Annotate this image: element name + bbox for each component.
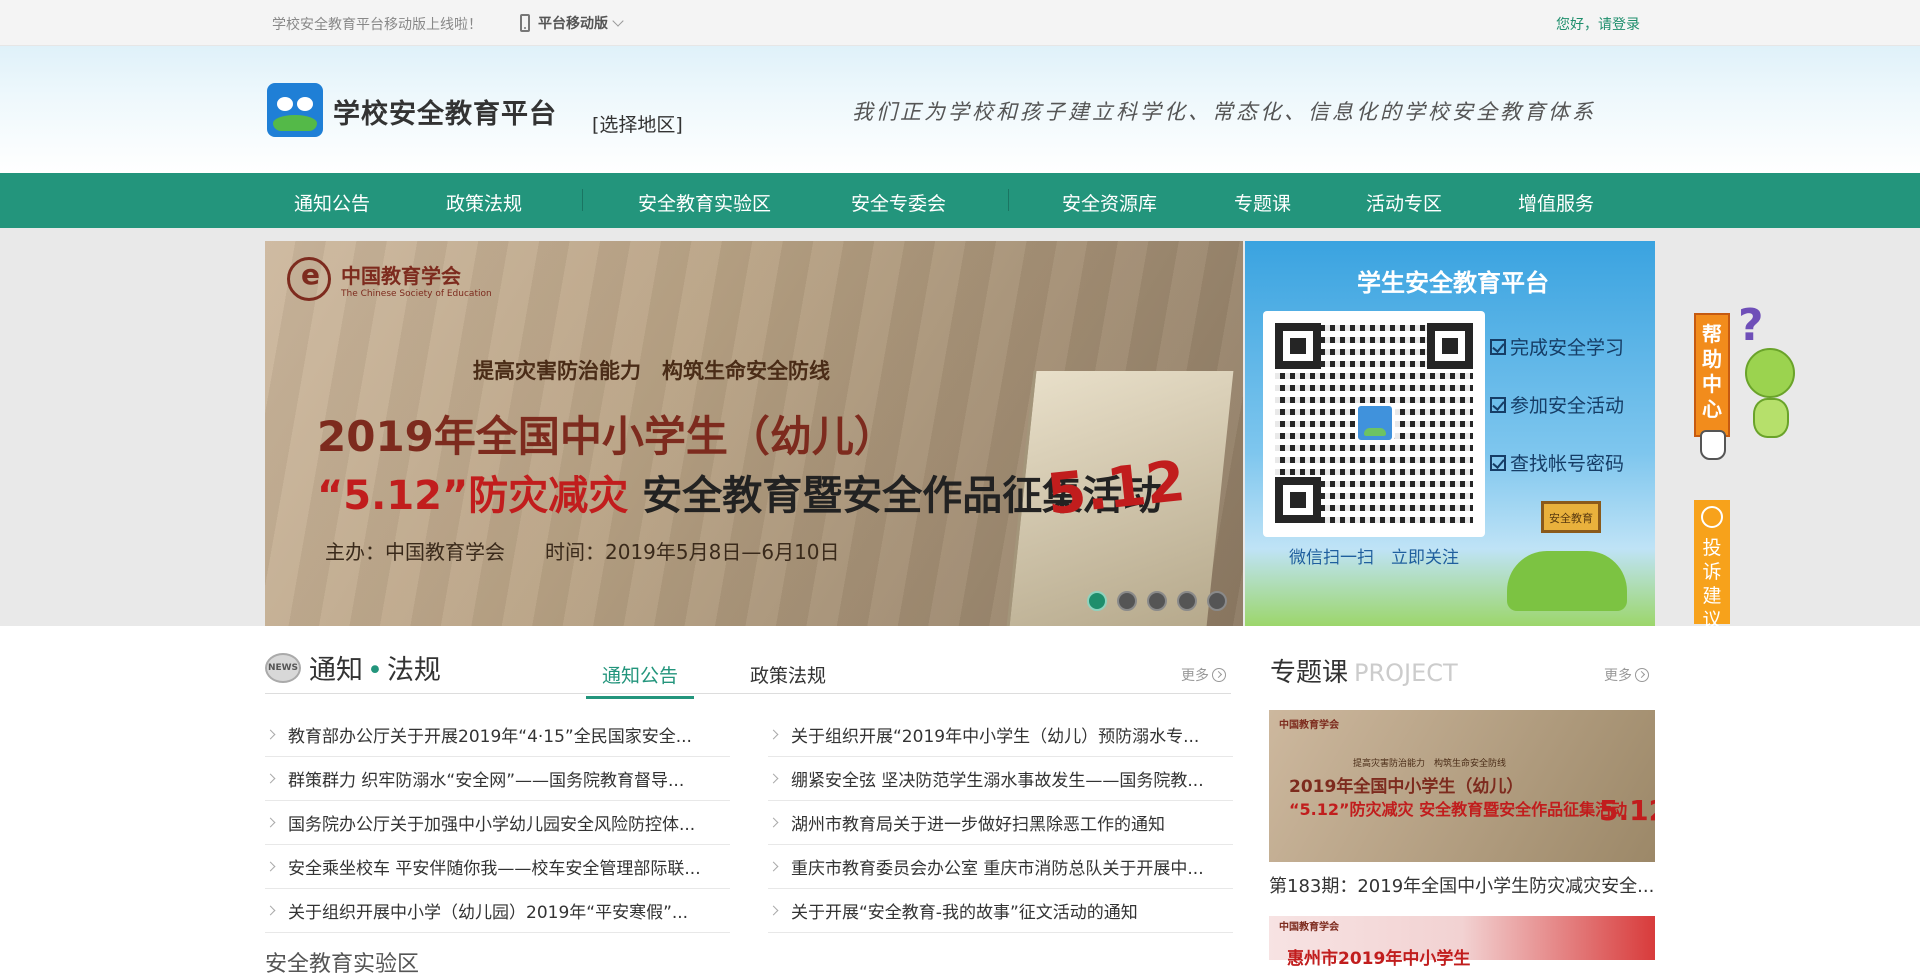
chevron-down-icon	[612, 15, 624, 27]
tab-underline	[265, 693, 1231, 694]
project-thumbnail-2[interactable]: 中国教育学会 惠州市2019年中小学生	[1269, 916, 1655, 969]
news-item[interactable]: 绷紧安全弦 坚决防范学生溺水事故发生——国务院教...	[768, 757, 1233, 801]
news-icon: NEWS	[265, 652, 301, 683]
qr-feature: 参加安全活动	[1490, 391, 1624, 418]
nav-item-pilot-zone[interactable]: 安全教育实验区	[638, 189, 771, 216]
site-header: 学校安全教育平台 [选择地区] 我们正为学校和孩子建立科学化、常态化、信息化的学…	[0, 46, 1920, 173]
qr-scan-text: 微信扫一扫 立即关注	[1289, 548, 1459, 568]
banner-title-highlight: “5.12”防灾减灾	[317, 473, 629, 519]
wechat-qr-code	[1263, 311, 1485, 537]
next-section-title: 安全教育实验区	[265, 952, 420, 977]
complaint-suggestion-button[interactable]: 投诉建议	[1694, 500, 1730, 631]
carousel-dot[interactable]	[1207, 591, 1227, 611]
chevron-right-icon	[265, 817, 276, 828]
nav-item-resources[interactable]: 安全资源库	[1062, 189, 1157, 216]
top-bar: 学校安全教育平台移动版上线啦！ 平台移动版 您好，请登录	[0, 0, 1920, 46]
nav-divider	[582, 189, 583, 211]
feedback-icon	[1701, 506, 1723, 528]
banner-org-name: 中国教育学会	[341, 263, 461, 288]
nav-item-activities[interactable]: 活动专区	[1366, 189, 1442, 216]
news-item[interactable]: 国务院办公厅关于加强中小学幼儿园安全风险防控体...	[265, 801, 730, 845]
nav-item-notices[interactable]: 通知公告	[294, 189, 370, 216]
nav-item-value-added[interactable]: 增值服务	[1518, 189, 1594, 216]
project-section-title: 专题课 PROJECT	[1270, 658, 1458, 688]
news-more-link[interactable]: 更多	[1181, 665, 1226, 685]
mascot-icon	[1735, 340, 1805, 450]
checkbox-icon	[1490, 338, 1506, 355]
news-item[interactable]: 教育部办公厅关于开展2019年“4·15”全民国家安全...	[265, 713, 730, 757]
platform-logo-icon[interactable]	[267, 83, 323, 137]
chevron-right-icon	[768, 729, 779, 740]
arrow-circle-icon	[1212, 668, 1226, 682]
qr-feature-list: 完成安全学习 参加安全活动 查找帐号密码	[1490, 333, 1624, 507]
mobile-version-label: 平台移动版	[538, 16, 608, 32]
nav-item-committee[interactable]: 安全专委会	[851, 189, 946, 216]
news-section-header: NEWS 通知 • 法规	[265, 648, 441, 687]
safety-sign-illustration: 安全教育	[1541, 501, 1601, 533]
banner-title-line1: 2019年全国中小学生（幼儿）	[317, 412, 896, 461]
phone-icon	[520, 14, 530, 32]
project-caption-link[interactable]: 第183期：2019年全国中小学生防灾减灾安全...	[1269, 872, 1655, 898]
chevron-right-icon	[265, 905, 276, 916]
news-item[interactable]: 关于开展“安全教育-我的故事”征文活动的通知	[768, 889, 1233, 933]
chevron-right-icon	[768, 861, 779, 872]
chevron-right-icon	[265, 861, 276, 872]
banner-carousel[interactable]: 中国教育学会 The Chinese Society of Education …	[265, 241, 1243, 626]
project-more-link[interactable]: 更多	[1604, 665, 1649, 685]
carousel-dot[interactable]	[1147, 591, 1167, 611]
banner-subtitle: 提高灾害防治能力 构筑生命安全防线	[473, 359, 830, 383]
help-center-button[interactable]: 帮助中心	[1694, 313, 1730, 437]
slogan: 我们正为学校和孩子建立科学化、常态化、信息化的学校安全教育体系	[852, 100, 1596, 124]
car-illustration	[1507, 551, 1627, 611]
nav-item-policies[interactable]: 政策法规	[446, 189, 522, 216]
news-item[interactable]: 关于组织开展“2019年中小学生（幼儿）预防溺水专...	[768, 713, 1233, 757]
site-title[interactable]: 学校安全教育平台	[333, 92, 557, 131]
news-item[interactable]: 重庆市教育委员会办公室 重庆市消防总队关于开展中...	[768, 845, 1233, 889]
region-selector[interactable]: [选择地区]	[592, 110, 683, 137]
login-link[interactable]: 您好，请登录	[1556, 14, 1640, 34]
wechat-qr-panel: 学生安全教育平台 完成安全学习 参加安全活动 查找帐号密码 微信扫一扫 立即关注…	[1245, 241, 1655, 626]
news-item[interactable]: 关于组织开展中小学（幼儿园）2019年“平安寒假”...	[265, 889, 730, 933]
chevron-right-icon	[265, 729, 276, 740]
carousel-dot[interactable]	[1177, 591, 1197, 611]
carousel-dot[interactable]	[1087, 591, 1107, 611]
chevron-right-icon	[265, 773, 276, 784]
main-nav: 通知公告 政策法规 安全教育实验区 安全专委会 安全资源库 专题课 活动专区 增…	[0, 173, 1920, 228]
pointer-hand-icon	[1700, 430, 1726, 460]
qr-feature: 查找帐号密码	[1490, 449, 1624, 476]
cse-logo-icon	[287, 257, 331, 301]
chevron-right-icon	[768, 817, 779, 828]
mobile-launch-notice: 学校安全教育平台移动版上线啦！	[272, 17, 482, 33]
qr-panel-title: 学生安全教育平台	[1357, 269, 1549, 297]
banner-org: 中国教育学会 The Chinese Society of Education	[287, 257, 492, 301]
news-list-left: 教育部办公厅关于开展2019年“4·15”全民国家安全... 群策群力 织牢防溺…	[265, 713, 730, 933]
news-item[interactable]: 湖州市教育局关于进一步做好扫黑除恶工作的通知	[768, 801, 1233, 845]
banner-title-line2: “5.12”防灾减灾 安全教育暨安全作品征集活动	[317, 463, 1162, 521]
carousel-dot[interactable]	[1117, 591, 1137, 611]
chevron-right-icon	[768, 773, 779, 784]
nav-divider	[1008, 189, 1009, 211]
nav-item-topics[interactable]: 专题课	[1234, 189, 1291, 216]
project-thumbnail[interactable]: 中国教育学会 提高灾害防治能力 构筑生命安全防线 2019年全国中小学生（幼儿）…	[1269, 710, 1655, 862]
complaint-label: 投诉建议	[1702, 537, 1722, 631]
news-list-right: 关于组织开展“2019年中小学生（幼儿）预防溺水专... 绷紧安全弦 坚决防范学…	[768, 713, 1233, 933]
qr-logo-icon	[1355, 403, 1395, 443]
news-item[interactable]: 群策群力 织牢防溺水“安全网”——国务院教育督导...	[265, 757, 730, 801]
chevron-right-icon	[768, 905, 779, 916]
checkbox-icon	[1490, 454, 1506, 471]
carousel-dots	[1087, 591, 1227, 611]
checkbox-icon	[1490, 396, 1506, 413]
news-item[interactable]: 安全乘坐校车 平安伴随你我——校车安全管理部际联...	[265, 845, 730, 889]
qr-feature: 完成安全学习	[1490, 333, 1624, 360]
banner-host-date: 主办：中国教育学会 时间：2019年5月8日—6月10日	[325, 540, 840, 564]
arrow-circle-icon	[1635, 668, 1649, 682]
mobile-version-dropdown[interactable]: 平台移动版	[520, 10, 624, 36]
banner-org-en: The Chinese Society of Education	[341, 288, 492, 299]
news-section-title: 通知 • 法规	[309, 655, 441, 686]
